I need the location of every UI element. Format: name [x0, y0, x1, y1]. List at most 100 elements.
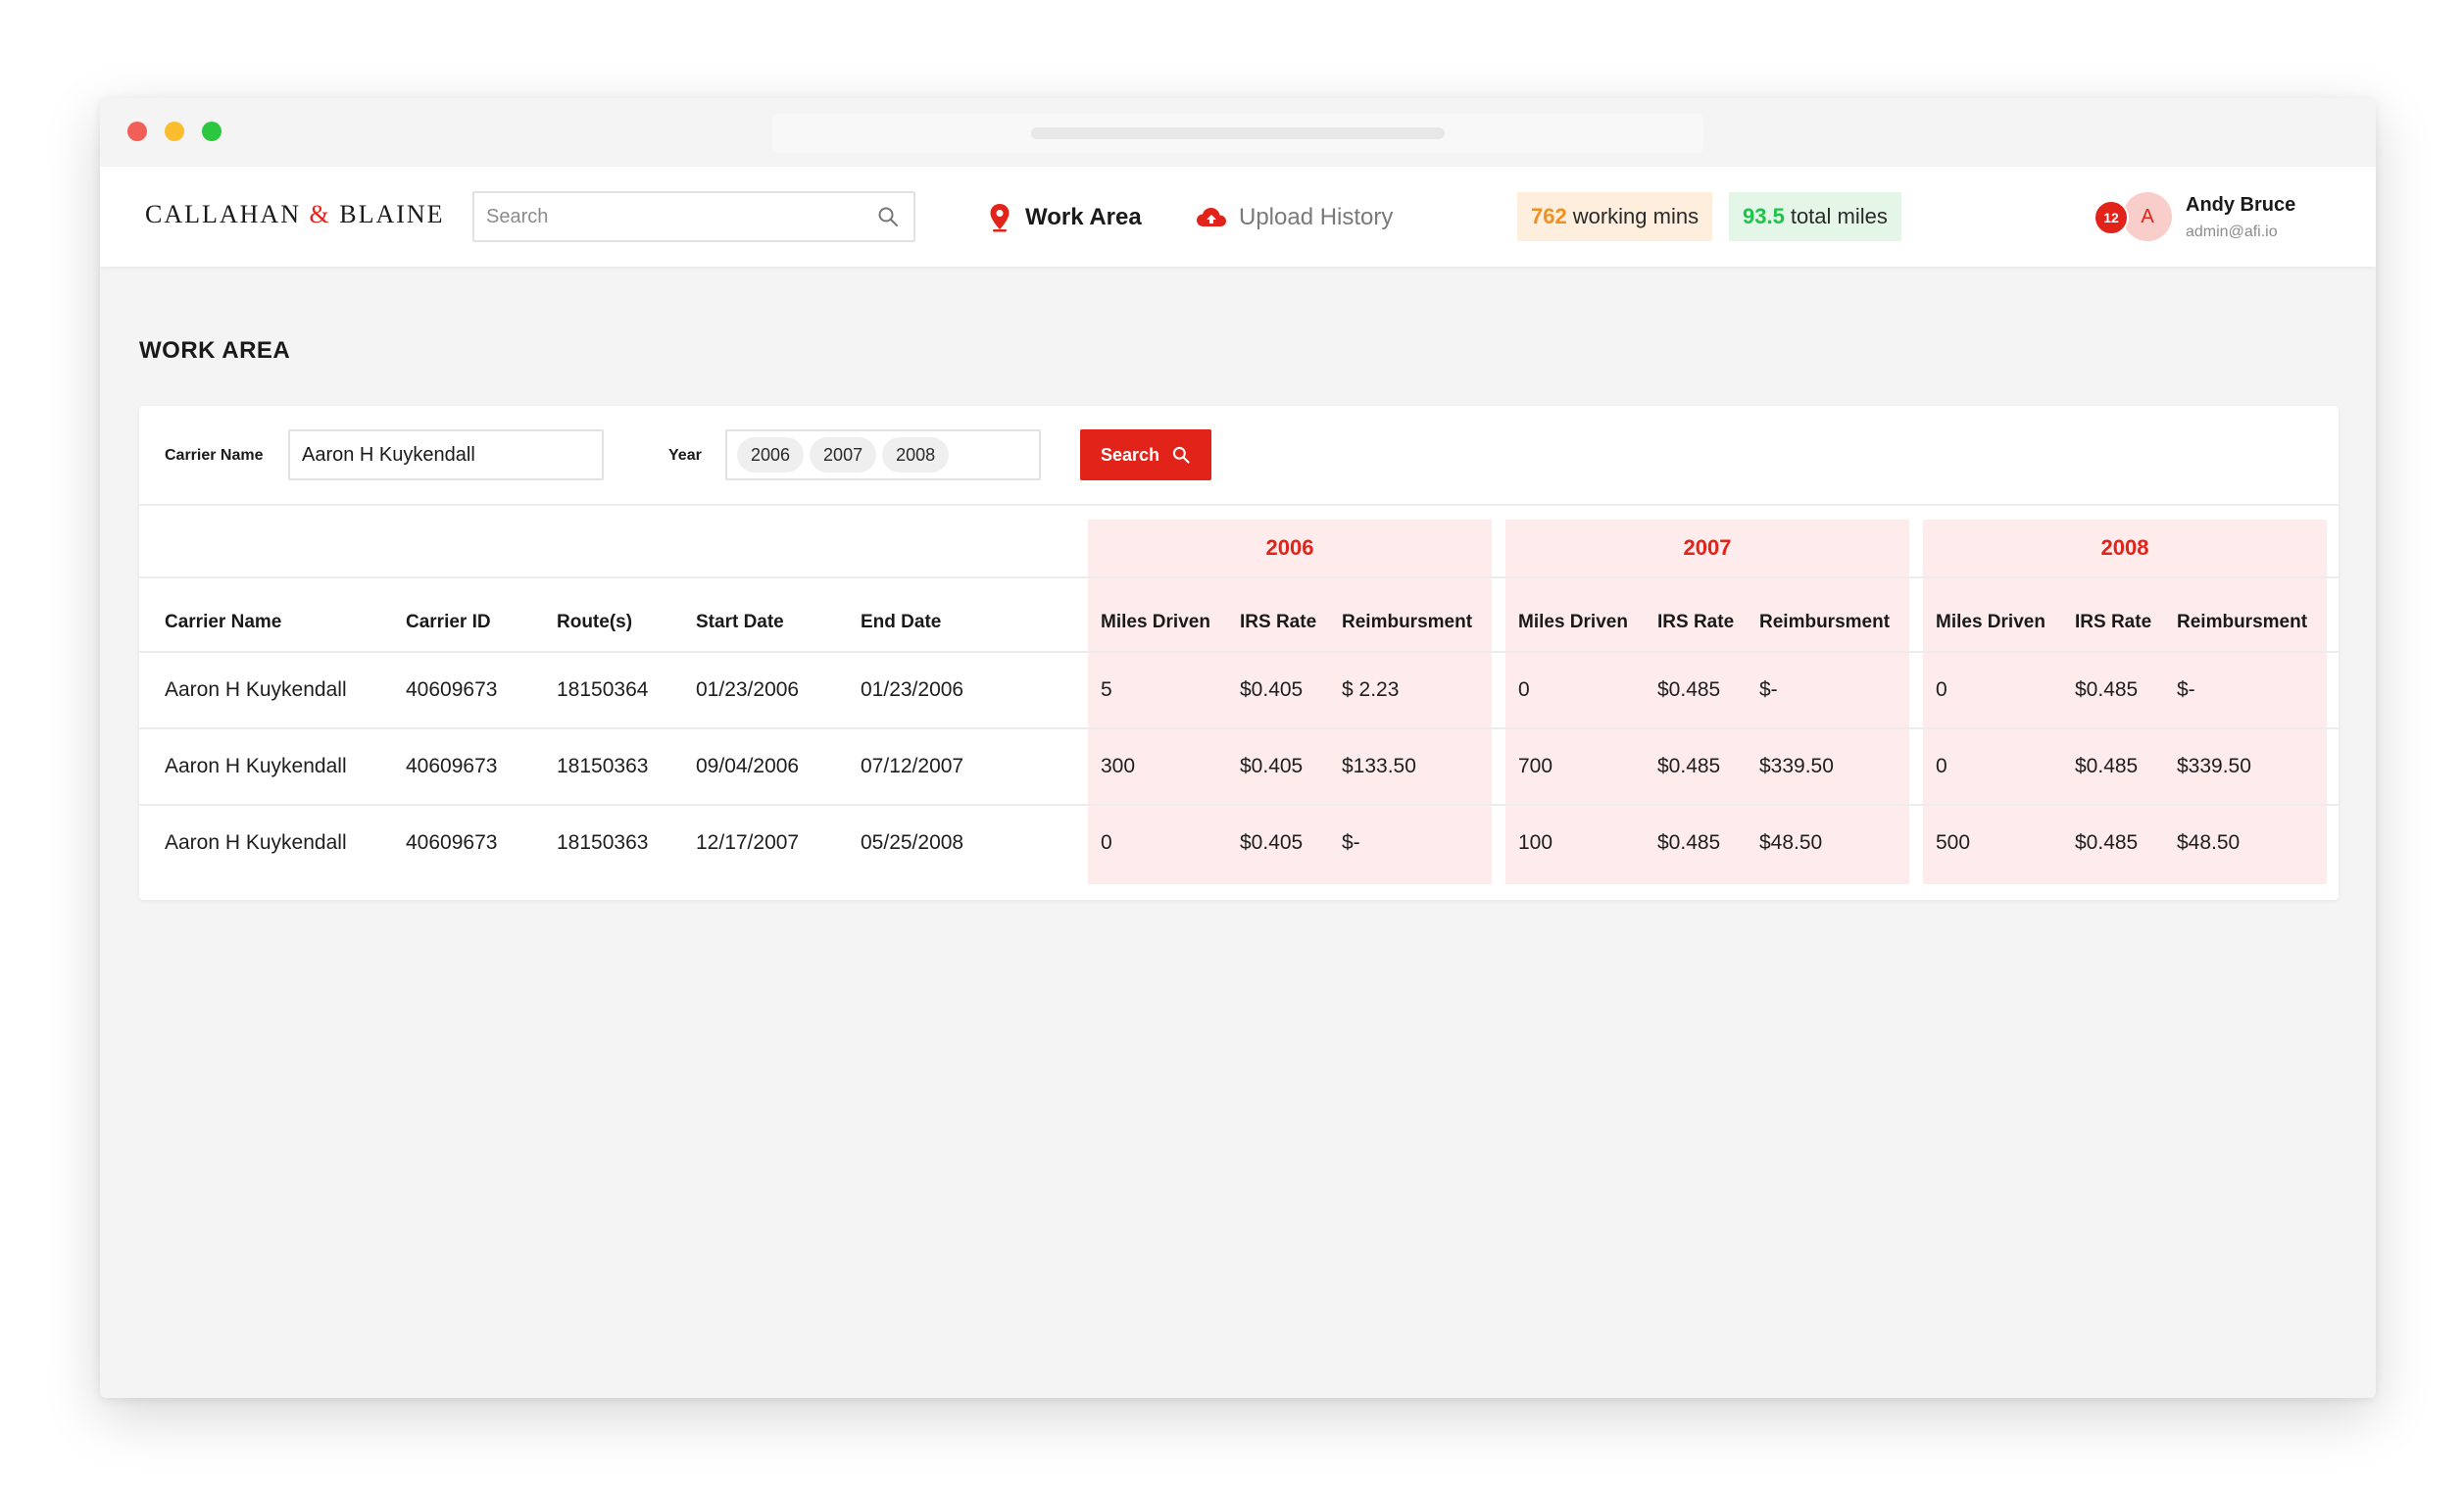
year-group-title: 2007 [1683, 535, 1732, 560]
working-mins-label: working mins [1572, 204, 1700, 228]
column-header: Reimbursment [1342, 612, 1473, 632]
brand-logo[interactable]: CALLAHAN & BLAINE [145, 200, 445, 229]
cell-rate-2006: $0.405 [1240, 678, 1304, 701]
cell-start-date: 01/23/2006 [696, 678, 800, 701]
search-icon [1172, 446, 1190, 464]
cell-start-date: 09/04/2006 [696, 755, 800, 777]
cell-route: 18150363 [557, 831, 649, 854]
year-chip[interactable]: 2006 [737, 437, 805, 473]
total-miles-label: total miles [1790, 204, 1888, 228]
nav-upload-history-label: Upload History [1239, 204, 1394, 230]
total-miles-value: 93.5 [1743, 204, 1785, 228]
total-miles-stat: 93.5 total miles [1729, 192, 1901, 241]
year-label: Year [668, 447, 702, 464]
year-chip[interactable]: 2007 [810, 437, 877, 473]
column-header: Miles Driven [1936, 612, 2045, 632]
user-email: admin@afi.io [2186, 224, 2278, 240]
table-row[interactable]: Aaron H Kuykendall 40609673 18150363 12/… [139, 806, 2339, 880]
cell-miles-2006: 5 [1101, 678, 1112, 701]
column-header: Carrier Name [165, 612, 282, 632]
column-header: Miles Driven [1101, 612, 1210, 632]
cell-end-date: 05/25/2008 [861, 831, 964, 854]
user-name[interactable]: Andy Bruce [2186, 194, 2295, 217]
column-header: Route(s) [557, 612, 633, 632]
nav-work-area-label: Work Area [1025, 204, 1142, 230]
cell-miles-2008: 500 [1936, 831, 1971, 854]
cell-miles-2007: 0 [1518, 678, 1530, 701]
column-header: Reimbursment [1759, 612, 1891, 632]
cell-miles-2006: 0 [1101, 831, 1112, 854]
column-header: Start Date [696, 612, 784, 632]
cell-miles-2008: 0 [1936, 678, 1947, 701]
close-window-button[interactable] [127, 122, 147, 141]
nav-upload-history[interactable]: Upload History [1196, 198, 1393, 237]
working-mins-stat: 762 working mins [1517, 192, 1713, 241]
cell-carrier-id: 40609673 [406, 831, 498, 854]
cell-carrier-name: Aaron H Kuykendall [165, 831, 347, 854]
cell-miles-2007: 100 [1518, 831, 1553, 854]
search-button-label: Search [1100, 444, 1160, 465]
year-chip[interactable]: 2008 [882, 437, 950, 473]
filter-bar: Carrier Name Year 2006 2007 2008 Search [139, 406, 2339, 506]
cell-rate-2007: $0.485 [1657, 755, 1721, 777]
cell-carrier-name: Aaron H Kuykendall [165, 678, 347, 701]
cell-carrier-id: 40609673 [406, 755, 498, 777]
logo-right: BLAINE [339, 200, 445, 228]
cell-rate-2006: $0.405 [1240, 755, 1304, 777]
cell-route: 18150364 [557, 678, 649, 701]
cell-end-date: 01/23/2006 [861, 678, 964, 701]
nav-work-area[interactable]: Work Area [986, 198, 1142, 237]
minimize-window-button[interactable] [165, 122, 184, 141]
user-avatar[interactable]: A [2123, 192, 2172, 241]
cell-rate-2008: $0.485 [2075, 755, 2139, 777]
column-header: Reimbursment [2177, 612, 2308, 632]
title-bar [100, 98, 2376, 167]
year-multiselect[interactable]: 2006 2007 2008 [725, 429, 1041, 480]
cell-reimb-2006: $133.50 [1342, 755, 1416, 777]
cell-rate-2007: $0.485 [1657, 831, 1721, 854]
top-navbar: CALLAHAN & BLAINE Work Area Upl [100, 167, 2376, 267]
search-button[interactable]: Search [1080, 429, 1211, 480]
cell-carrier-id: 40609673 [406, 678, 498, 701]
header-divider [139, 576, 2339, 578]
column-header: End Date [861, 612, 942, 632]
carrier-name-label: Carrier Name [165, 447, 264, 464]
cell-reimb-2007: $339.50 [1759, 755, 1834, 777]
browser-window: CALLAHAN & BLAINE Work Area Upl [100, 98, 2376, 1398]
column-header: Miles Driven [1518, 612, 1628, 632]
year-group-title: 2006 [1265, 535, 1314, 560]
cell-end-date: 07/12/2007 [861, 755, 964, 777]
work-area-card: Carrier Name Year 2006 2007 2008 Search … [139, 406, 2339, 900]
cell-miles-2008: 0 [1936, 755, 1947, 777]
cell-reimb-2008: $339.50 [2177, 755, 2251, 777]
year-group-title: 2008 [2100, 535, 2149, 560]
cell-rate-2006: $0.405 [1240, 831, 1304, 854]
map-pin-icon [990, 204, 1010, 232]
cloud-upload-icon [1197, 208, 1226, 226]
cell-reimb-2008: $- [2177, 678, 2195, 701]
notification-badge[interactable]: 12 [2094, 200, 2129, 235]
page-title: WORK AREA [139, 337, 291, 364]
cell-start-date: 12/17/2007 [696, 831, 800, 854]
cell-miles-2007: 700 [1518, 755, 1553, 777]
column-header: IRS Rate [1240, 612, 1317, 632]
cell-rate-2008: $0.485 [2075, 831, 2139, 854]
cell-reimb-2007: $- [1759, 678, 1778, 701]
address-bar[interactable] [772, 114, 1703, 153]
maximize-window-button[interactable] [202, 122, 222, 141]
search-icon[interactable] [876, 205, 900, 228]
logo-ampersand: & [309, 200, 331, 228]
column-header: IRS Rate [1657, 612, 1735, 632]
cell-rate-2008: $0.485 [2075, 678, 2139, 701]
column-header: IRS Rate [2075, 612, 2152, 632]
cell-reimb-2006: $ 2.23 [1342, 678, 1400, 701]
address-bar-placeholder [1031, 127, 1445, 139]
column-header: Carrier ID [406, 612, 491, 632]
carrier-name-input[interactable] [288, 429, 604, 480]
logo-left: CALLAHAN [145, 200, 301, 228]
table-row[interactable]: Aaron H Kuykendall 40609673 18150364 01/… [139, 653, 2339, 727]
cell-route: 18150363 [557, 755, 649, 777]
cell-miles-2006: 300 [1101, 755, 1136, 777]
global-search-input[interactable] [474, 193, 857, 240]
table-row[interactable]: Aaron H Kuykendall 40609673 18150363 09/… [139, 729, 2339, 804]
